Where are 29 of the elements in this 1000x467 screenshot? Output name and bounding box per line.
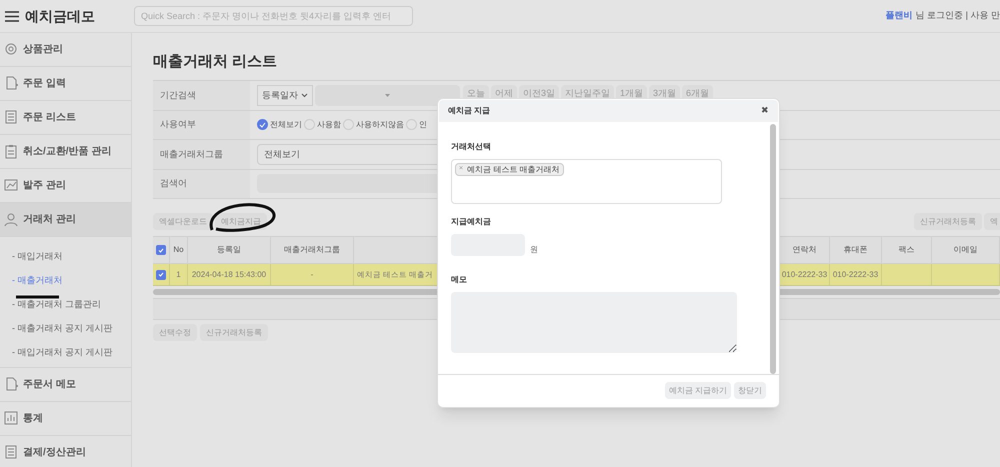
column-header: No	[173, 244, 184, 256]
column-header: 휴대폰	[844, 244, 868, 256]
tag-label: 예치금 테스트 매출거래처	[467, 164, 560, 176]
unit-label: 원	[530, 244, 538, 256]
table-cell: 010-2222-33	[782, 268, 828, 280]
page-title: 매출거래처 리스트	[153, 52, 278, 72]
field-label: 거래처선택	[451, 141, 492, 153]
column-header: 매출거래처그룹	[284, 244, 340, 256]
login-status: 님 로그인중 | 사용 만	[916, 9, 1000, 22]
field-label: 메모	[451, 274, 468, 286]
filter-label: 사용여부	[160, 118, 196, 131]
column-header: 등록일	[217, 244, 241, 256]
column-header: 이메일	[954, 244, 978, 256]
radio-label: 전체보기	[270, 118, 302, 131]
column-header: 팩스	[898, 244, 914, 256]
app-title: 예치금데모	[25, 6, 96, 26]
table-cell: 1	[176, 268, 181, 280]
column-header: 연락처	[792, 244, 816, 256]
filter-label: 기간검색	[160, 88, 196, 102]
table-cell: 2024-04-18 15:43:00	[192, 268, 266, 280]
radio-label: 사용함	[317, 118, 341, 131]
radio-label: 사용하지않음	[356, 118, 404, 131]
table-cell: 010-2222-33	[832, 268, 878, 280]
modal-title: 예치금 지급	[448, 105, 490, 117]
filter-label: 매출거래처그룹	[160, 148, 223, 160]
field-label: 지급예치금	[451, 216, 492, 228]
radio-label: 인	[419, 118, 427, 131]
filter-label: 검색어	[160, 177, 187, 190]
table-cell: -	[310, 268, 314, 280]
